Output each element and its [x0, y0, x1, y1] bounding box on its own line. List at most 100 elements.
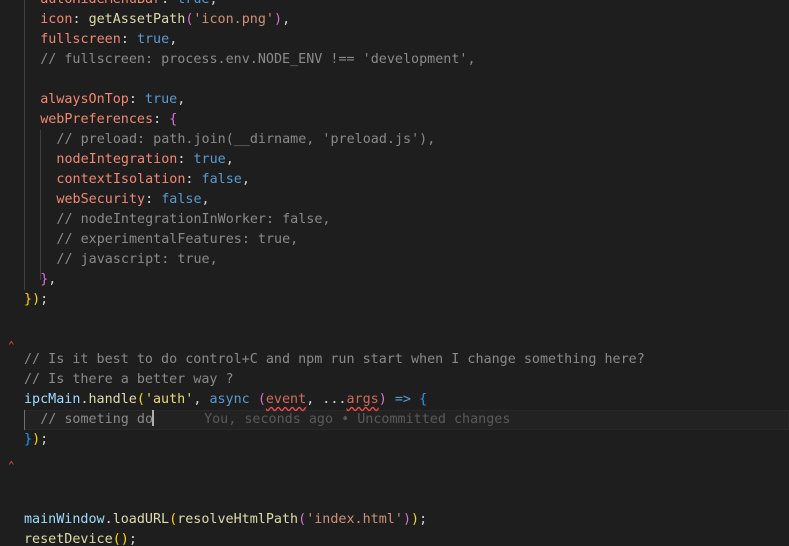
- code-line[interactable]: autoHideMenuBar: true,: [40, 0, 217, 10]
- code-token: fullscreen: [40, 32, 121, 47]
- code-token: mainWindow: [24, 512, 105, 527]
- code-token: ): [32, 292, 41, 307]
- error-marker: ⌃: [8, 339, 15, 352]
- code-line[interactable]: webSecurity: false,: [56, 190, 209, 210]
- code-token: :: [185, 172, 202, 187]
- code-line[interactable]: ipcMain.handle('auth', async (event, ...…: [24, 390, 427, 410]
- code-line[interactable]: webPreferences: {: [40, 110, 177, 130]
- code-token: webPreferences: [40, 112, 154, 127]
- code-token: ): [411, 512, 420, 527]
- code-token: ): [32, 432, 41, 447]
- code-token: ipcMain: [24, 392, 81, 407]
- code-line[interactable]: nodeIntegration: true,: [56, 150, 233, 170]
- code-line[interactable]: mainWindow.loadURL(resolveHtmlPath('inde…: [24, 510, 427, 530]
- code-token: =>: [386, 392, 420, 407]
- code-token: // nodeIntegrationInWorker: false,: [56, 212, 331, 227]
- code-line[interactable]: });: [24, 290, 48, 310]
- code-line[interactable]: // fullscreen: process.env.NODE_ENV !== …: [40, 50, 475, 70]
- code-line[interactable]: fullscreen: true,: [40, 30, 177, 50]
- code-token: (: [298, 512, 307, 527]
- code-line[interactable]: // preload: path.join(__dirname, 'preloa…: [56, 130, 435, 150]
- code-editor[interactable]: autoHideMenuBar: true,icon: getAssetPath…: [0, 0, 789, 546]
- code-token: 'icon.png': [193, 12, 274, 27]
- code-token: async: [209, 392, 258, 407]
- code-token: ): [402, 512, 411, 527]
- code-token: (: [169, 512, 178, 527]
- code-token: ,: [225, 152, 234, 167]
- code-token: args: [346, 392, 379, 407]
- code-line[interactable]: alwaysOnTop: true,: [40, 90, 185, 110]
- code-token: // experimentalFeatures: true,: [56, 232, 299, 247]
- code-token: autoHideMenuBar: [40, 0, 161, 7]
- code-token: true: [145, 92, 178, 107]
- code-token: // Is there a better way ?: [24, 372, 234, 387]
- code-token: :: [145, 192, 162, 207]
- code-token: 'auth': [144, 392, 194, 407]
- indent-guide-active: [24, 410, 25, 430]
- code-token: ,: [193, 392, 210, 407]
- code-line[interactable]: // someting do You, seconds ago • Uncommi…: [40, 410, 510, 430]
- code-token: // fullscreen: process.env.NODE_ENV !== …: [40, 52, 476, 67]
- code-token: }: [24, 432, 33, 447]
- code-token: resetDevice: [24, 532, 113, 546]
- code-line[interactable]: });: [24, 430, 48, 450]
- code-token: ;: [419, 512, 428, 527]
- code-token: alwaysOnTop: [40, 92, 129, 107]
- code-token: handle: [88, 392, 137, 407]
- code-token: {: [169, 112, 178, 127]
- code-token: .: [80, 392, 89, 407]
- code-token: :: [72, 12, 89, 27]
- code-token: resolveHtmlPath: [177, 512, 299, 527]
- code-token: (: [136, 392, 145, 407]
- code-token: true: [193, 152, 226, 167]
- code-line[interactable]: resetDevice();: [24, 530, 137, 546]
- code-line[interactable]: icon: getAssetPath('icon.png'),: [40, 10, 290, 30]
- code-token: :: [120, 32, 137, 47]
- code-token: ;: [128, 532, 137, 546]
- code-token: icon: [40, 12, 73, 27]
- code-token: // preload: path.join(__dirname, 'preloa…: [56, 132, 436, 147]
- code-line[interactable]: // nodeIntegrationInWorker: false,: [56, 210, 330, 230]
- code-line[interactable]: // Is there a better way ?: [24, 370, 234, 390]
- code-token: false: [161, 192, 202, 207]
- code-token: 'index.html': [306, 512, 403, 527]
- code-token: true: [177, 0, 209, 7]
- code-token: ;: [40, 432, 49, 447]
- code-token: ,: [201, 192, 210, 207]
- code-token: :: [177, 152, 194, 167]
- code-token: ): [274, 12, 283, 27]
- code-token: // Is it best to do control+C and npm ru…: [24, 352, 645, 367]
- code-line[interactable]: },: [40, 270, 56, 290]
- code-token: getAssetPath: [88, 12, 186, 27]
- code-token: ,: [241, 172, 250, 187]
- code-token: ,: [48, 272, 57, 287]
- git-blame-annotation: You, seconds ago • Uncommitted changes: [204, 412, 511, 427]
- code-token: contextIsolation: [56, 172, 186, 187]
- code-token: event: [265, 392, 307, 407]
- indent-guide: [24, 0, 25, 290]
- code-token: (: [112, 532, 121, 546]
- code-token: ): [378, 392, 387, 407]
- code-line[interactable]: // Is it best to do control+C and npm ru…: [24, 350, 645, 370]
- code-token: }: [24, 292, 33, 307]
- code-token: nodeIntegration: [56, 152, 178, 167]
- code-token: :: [153, 112, 170, 127]
- code-token: ,: [282, 12, 291, 27]
- code-line[interactable]: // javascript: true,: [56, 250, 217, 270]
- code-line[interactable]: // experimentalFeatures: true,: [56, 230, 298, 250]
- code-token: {: [419, 392, 428, 407]
- code-token: :: [161, 0, 177, 7]
- code-token: , ...: [306, 392, 347, 407]
- code-token: ,: [210, 0, 218, 7]
- code-token: ;: [40, 292, 49, 307]
- code-token: ,: [177, 92, 186, 107]
- code-token: (: [257, 392, 266, 407]
- code-token: // someting do: [40, 412, 154, 427]
- error-marker: ⌃: [8, 459, 15, 472]
- code-token: ,: [169, 32, 178, 47]
- code-token: .: [104, 512, 113, 527]
- code-line[interactable]: contextIsolation: false,: [56, 170, 250, 190]
- indent-guide: [40, 130, 41, 280]
- code-token: loadURL: [112, 512, 170, 527]
- code-token: true: [136, 32, 170, 47]
